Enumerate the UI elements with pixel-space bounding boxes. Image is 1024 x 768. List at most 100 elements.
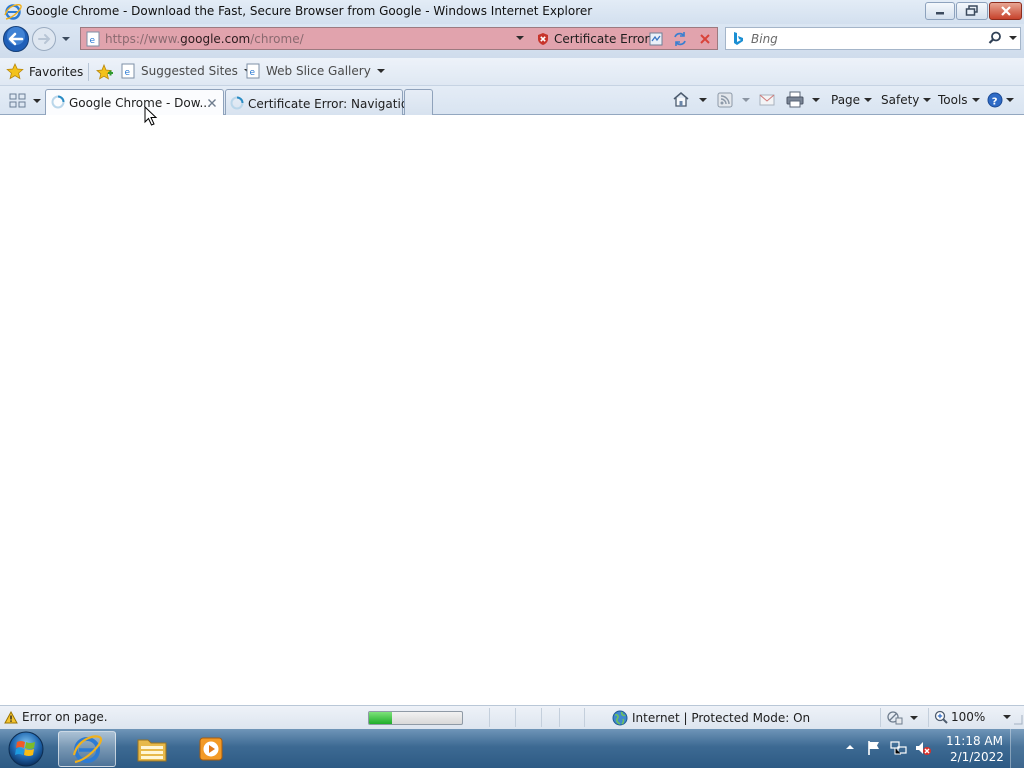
zoom-level-button[interactable]: 100%	[934, 710, 1012, 724]
safety-menu-button[interactable]: Safety	[881, 93, 932, 107]
chevron-down-icon	[1006, 98, 1014, 102]
close-tab-button[interactable]	[207, 98, 217, 108]
close-icon	[208, 99, 216, 107]
window-title: Google Chrome - Download the Fast, Secur…	[26, 4, 593, 18]
page-menu-button[interactable]: Page	[831, 93, 873, 107]
web-slice-gallery-link[interactable]: e Web Slice Gallery	[245, 63, 386, 79]
status-divider	[541, 708, 542, 727]
tools-menu-label: Tools	[938, 93, 968, 107]
tab-list-dropdown[interactable]	[32, 97, 42, 105]
certificate-error-icon[interactable]	[536, 32, 550, 46]
loading-spinner-icon	[51, 95, 65, 109]
chevron-down-icon	[864, 98, 873, 102]
taskbar-windows-explorer[interactable]	[124, 731, 180, 767]
ie-page-icon: e	[121, 63, 135, 79]
compatibility-view-button[interactable]	[648, 31, 664, 47]
tab-google-chrome[interactable]: Google Chrome - Dow...	[45, 89, 224, 115]
tab-certificate-error[interactable]: Certificate Error: Navigatio...	[225, 89, 419, 115]
chevron-down-icon	[1009, 36, 1017, 40]
mail-icon	[759, 94, 775, 106]
print-button[interactable]	[786, 91, 821, 108]
quick-tabs-button[interactable]	[8, 92, 28, 110]
taskbar-media-player[interactable]	[186, 731, 236, 767]
volume-muted-icon[interactable]	[914, 740, 932, 756]
tab-label: Google Chrome - Dow...	[69, 96, 211, 110]
media-player-icon	[199, 737, 223, 761]
search-options-dropdown[interactable]	[1008, 34, 1018, 42]
home-button[interactable]	[672, 91, 708, 108]
suggested-sites-link[interactable]: e Suggested Sites	[120, 63, 253, 79]
new-tab-button[interactable]	[404, 89, 433, 115]
chevron-down-icon	[699, 97, 707, 102]
show-hidden-icons-button[interactable]	[845, 743, 855, 751]
certificate-error-label[interactable]: Certificate Error	[554, 32, 649, 46]
chevron-up-icon	[846, 745, 854, 749]
loading-spinner-icon	[230, 96, 244, 110]
forward-arrow-icon	[32, 27, 56, 51]
status-divider	[880, 708, 881, 727]
resize-grip-icon[interactable]	[1013, 713, 1023, 725]
chevron-down-icon	[376, 69, 385, 73]
clock-time[interactable]: 11:18 AM	[946, 734, 1003, 748]
restore-button[interactable]	[956, 2, 988, 20]
windows-start-icon	[8, 731, 44, 767]
chevron-down-icon	[910, 715, 918, 720]
popup-blocker-icon	[887, 711, 903, 725]
feeds-button[interactable]	[717, 92, 751, 108]
network-icon[interactable]	[890, 740, 908, 756]
chevron-down-icon	[1003, 715, 1012, 719]
chevron-down-icon	[516, 36, 524, 40]
status-divider	[584, 708, 585, 727]
security-zone-indicator[interactable]: Internet | Protected Mode: On	[612, 710, 810, 726]
refresh-button[interactable]	[672, 31, 688, 47]
popup-blocker-button[interactable]	[887, 710, 919, 725]
back-button[interactable]	[2, 25, 30, 53]
stop-icon	[700, 34, 710, 44]
favorites-divider	[88, 63, 89, 81]
favorites-bar: Favorites e Suggested Sites e Web Slice …	[0, 58, 1024, 86]
recent-pages-dropdown[interactable]	[60, 34, 72, 44]
search-box[interactable]: Bing	[725, 27, 1021, 50]
svg-text:?: ?	[992, 96, 998, 107]
page-menu-label: Page	[831, 93, 861, 107]
minimize-button[interactable]	[925, 2, 955, 20]
zoom-level-label: 100%	[951, 710, 986, 724]
forward-button[interactable]	[31, 26, 57, 52]
add-to-favorites-bar-button[interactable]	[95, 63, 114, 81]
internet-explorer-icon	[72, 735, 103, 764]
search-button[interactable]	[988, 31, 1002, 45]
help-icon: ?	[987, 92, 1003, 108]
stop-button[interactable]	[697, 31, 713, 47]
show-desktop-button[interactable]	[1010, 729, 1024, 768]
chevron-down-icon	[742, 98, 750, 102]
help-button[interactable]: ?	[987, 92, 1015, 108]
security-zone-label: Internet | Protected Mode: On	[632, 711, 811, 725]
tools-menu-button[interactable]: Tools	[938, 93, 981, 107]
title-bar[interactable]: Google Chrome - Download the Fast, Secur…	[0, 0, 1024, 24]
address-bar[interactable]: e https://www.google.com/chrome/ Certifi…	[80, 27, 718, 50]
warning-icon	[4, 710, 18, 723]
close-window-button[interactable]	[989, 2, 1022, 20]
chevron-down-icon	[62, 37, 70, 41]
clock-date[interactable]: 2/1/2022	[950, 750, 1004, 764]
rss-feed-icon	[717, 92, 733, 108]
taskbar-internet-explorer[interactable]	[58, 731, 116, 767]
web-slice-gallery-label: Web Slice Gallery	[266, 64, 371, 78]
start-button[interactable]	[4, 730, 48, 768]
address-url[interactable]: https://www.google.com/chrome/	[105, 32, 304, 46]
status-divider	[559, 708, 560, 727]
action-center-icon[interactable]	[866, 740, 882, 756]
refresh-icon	[674, 32, 686, 46]
quick-tabs-icon	[9, 93, 26, 108]
home-icon	[673, 92, 689, 107]
favorites-button[interactable]: Favorites	[6, 63, 83, 80]
error-on-page-indicator[interactable]: Error on page.	[4, 710, 108, 724]
folder-icon	[137, 739, 167, 762]
svg-text:e: e	[90, 36, 96, 46]
read-mail-button[interactable]	[759, 94, 775, 106]
minimize-icon	[936, 12, 944, 15]
address-dropdown[interactable]	[515, 34, 525, 42]
page-content[interactable]	[0, 115, 1024, 705]
taskbar: 11:18 AM 2/1/2022	[0, 729, 1024, 768]
status-divider	[489, 708, 490, 727]
